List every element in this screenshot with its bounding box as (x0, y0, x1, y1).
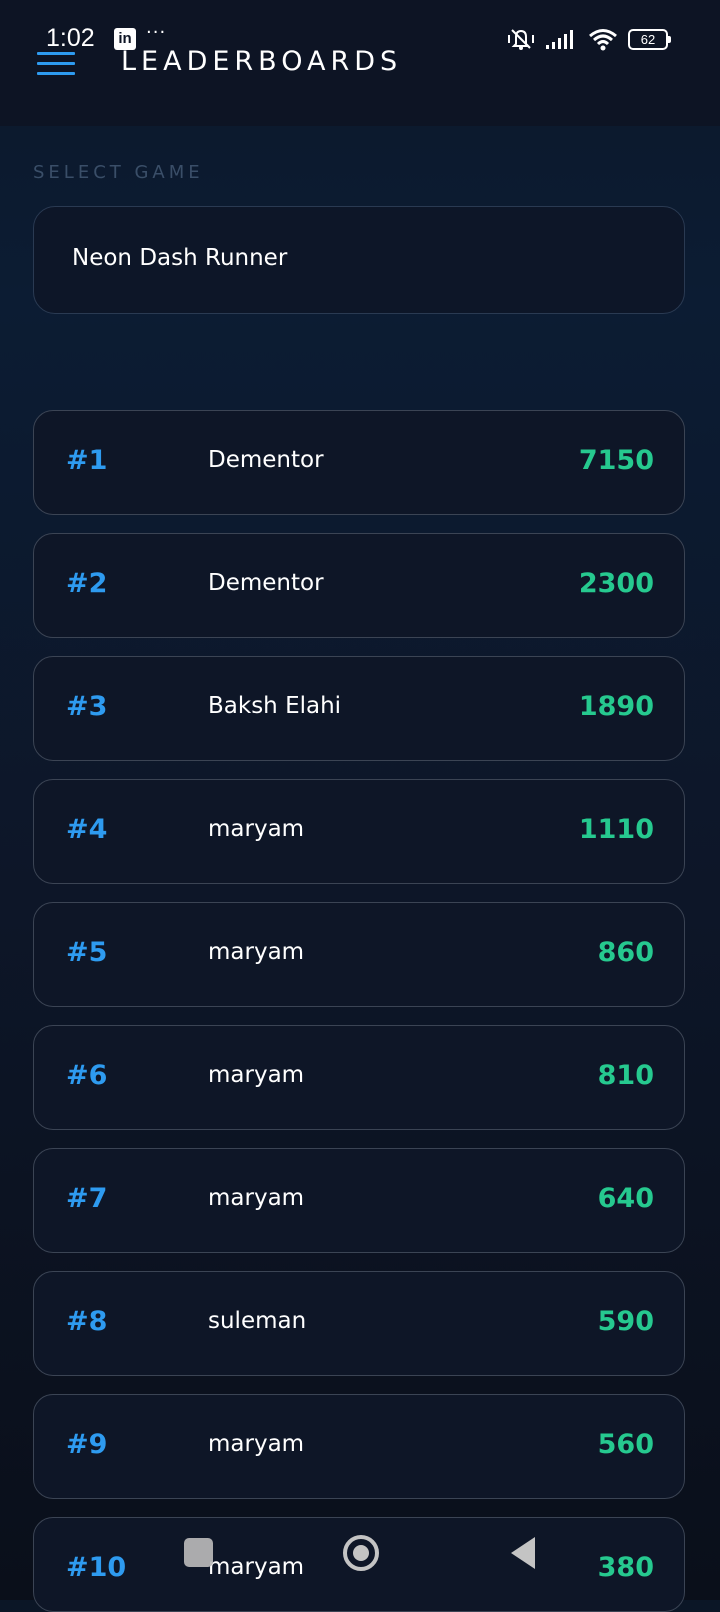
score: 810 (597, 1060, 654, 1091)
leaderboard-row: #5 maryam 860 (33, 902, 685, 1007)
player-name: maryam (208, 1431, 305, 1457)
score: 1110 (578, 814, 654, 845)
select-game-label: SELECT GAME (33, 162, 204, 183)
leaderboard-row: #6 maryam 810 (33, 1025, 685, 1130)
status-time: 1:02 (46, 24, 95, 52)
leaderboard-row: #7 maryam 640 (33, 1148, 685, 1253)
rank: #4 (66, 814, 108, 845)
score: 560 (597, 1429, 654, 1460)
player-name: maryam (208, 816, 305, 842)
home-circle-icon[interactable] (341, 1533, 381, 1573)
rank: #8 (66, 1306, 108, 1337)
battery-icon: 62 (628, 28, 671, 50)
score: 640 (597, 1183, 654, 1214)
page-title: LEADERBOARDS (121, 46, 403, 77)
rank: #7 (66, 1183, 108, 1214)
status-icons: 62 (506, 26, 671, 52)
rank: #9 (66, 1429, 108, 1460)
leaderboard-row: #2 Dementor 2300 (33, 533, 685, 638)
score: 2300 (578, 568, 654, 599)
hamburger-menu-icon[interactable] (37, 52, 75, 76)
player-name: maryam (208, 1185, 305, 1211)
leaderboard-row: #4 maryam 1110 (33, 779, 685, 884)
player-name: Baksh Elahi (208, 693, 342, 719)
game-select-dropdown[interactable]: Neon Dash Runner (33, 206, 685, 314)
player-name: Dementor (208, 570, 324, 596)
top-app-bar: 1:02 in ··· 62 LEADERBOARDS (0, 0, 720, 126)
player-name: maryam (208, 939, 305, 965)
rank: #5 (66, 937, 108, 968)
leaderboard-row: #1 Dementor 7150 (33, 410, 685, 515)
leaderboard-row: #8 suleman 590 (33, 1271, 685, 1376)
score: 860 (597, 937, 654, 968)
mute-vibrate-icon (508, 29, 534, 50)
rank: #3 (66, 691, 108, 722)
rank: #2 (66, 568, 108, 599)
selected-game: Neon Dash Runner (72, 245, 288, 271)
more-notifications-icon: ··· (146, 22, 167, 43)
system-navigation-bar (0, 1500, 720, 1600)
player-name: suleman (208, 1308, 307, 1334)
recents-square-icon[interactable] (184, 1538, 213, 1567)
back-triangle-icon[interactable] (508, 1535, 538, 1571)
signal-icon (546, 30, 573, 49)
score: 1890 (578, 691, 654, 722)
wifi-icon (589, 29, 617, 51)
score: 7150 (578, 445, 654, 476)
leaderboard-row: #9 maryam 560 (33, 1394, 685, 1499)
player-name: Dementor (208, 447, 324, 473)
rank: #1 (66, 445, 108, 476)
leaderboard-row: #3 Baksh Elahi 1890 (33, 656, 685, 761)
player-name: maryam (208, 1062, 305, 1088)
score: 590 (597, 1306, 654, 1337)
rank: #6 (66, 1060, 108, 1091)
